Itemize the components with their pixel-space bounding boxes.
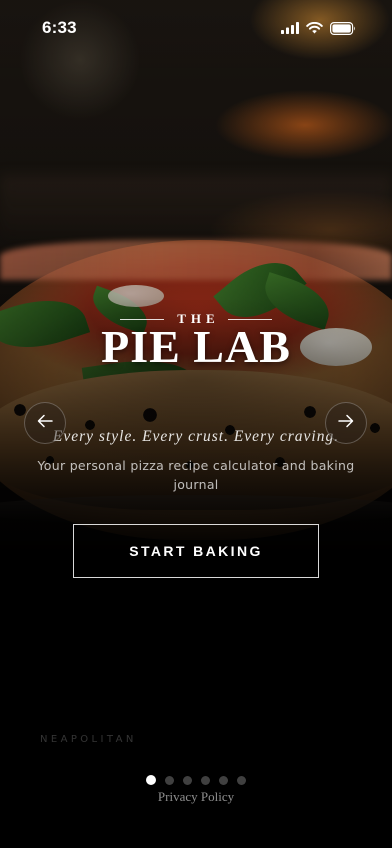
next-style-button[interactable] (325, 402, 367, 444)
app-title: PIE LAB (101, 321, 291, 372)
arrow-left-icon (37, 414, 53, 433)
page-dot[interactable] (183, 775, 192, 785)
page-dot[interactable] (201, 775, 210, 785)
welcome-screen: 6:33 THE PIE LAB Every style. Every crus… (0, 0, 392, 848)
page-dot[interactable] (219, 775, 228, 785)
status-icons (281, 20, 356, 36)
divider (120, 318, 165, 320)
start-baking-button[interactable]: START BAKING (73, 524, 319, 578)
wifi-icon (306, 22, 323, 34)
current-style-label: NEAPOLITAN (40, 734, 137, 745)
signal-icon (281, 22, 299, 34)
page-dot[interactable] (237, 775, 246, 785)
page-dot[interactable] (146, 775, 156, 785)
status-time: 6:33 (42, 18, 77, 37)
previous-style-button[interactable] (24, 402, 66, 444)
arrow-right-icon (338, 414, 354, 433)
status-bar: 6:33 (0, 0, 392, 56)
page-indicator (0, 775, 392, 785)
battery-icon (330, 21, 356, 35)
page-dot[interactable] (165, 775, 174, 785)
privacy-policy-link[interactable]: Privacy Policy (0, 789, 392, 805)
divider (227, 318, 272, 320)
tagline: Every style. Every crust. Every craving. (52, 428, 340, 445)
app-description: Your personal pizza recipe calculator an… (37, 458, 355, 492)
